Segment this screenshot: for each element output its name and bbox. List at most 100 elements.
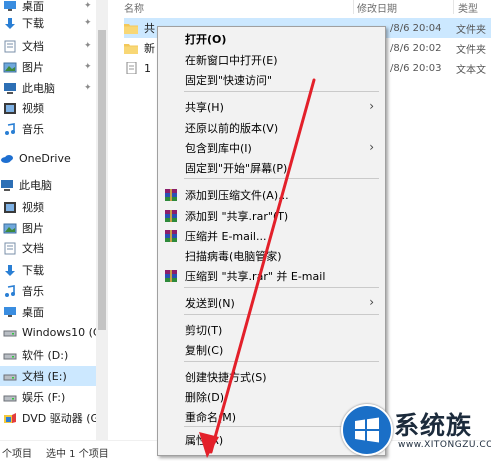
menu-separator [184, 361, 379, 362]
document-icon [3, 242, 17, 255]
nav-item-label: 视频 [22, 102, 44, 115]
nav-item[interactable]: 软件 (D:) [0, 345, 96, 365]
menu-item-label: 发送到(N) [185, 297, 235, 310]
menu-item[interactable]: 固定到"开始"屏幕(P) [159, 158, 384, 178]
menu-item[interactable]: 剪切(T) [159, 320, 384, 340]
nav-item[interactable]: 娱乐 (F:) [0, 387, 96, 407]
column-header-type[interactable]: 类型 [458, 0, 491, 14]
menu-item-label: 复制(C) [185, 344, 224, 357]
nav-item-label: 文档 [22, 242, 44, 255]
nav-item[interactable]: 此电脑 [0, 175, 96, 195]
menu-item[interactable]: 还原以前的版本(V) [159, 118, 384, 138]
menu-item[interactable]: 压缩并 E-mail... [159, 226, 384, 246]
menu-item[interactable]: 压缩到 "共享.rar" 并 E-mail [159, 266, 384, 286]
menu-item-label: 扫描病毒(电脑管家) [185, 250, 282, 263]
winrar-icon [164, 209, 178, 223]
drive-icon [3, 391, 17, 404]
nav-item[interactable]: 此电脑 ✦ [0, 78, 96, 98]
nav-item[interactable]: 文档 (E:) [0, 366, 96, 386]
document-icon [3, 40, 17, 53]
menu-item[interactable]: 复制(C) [159, 340, 384, 360]
pin-icon: ✦ [84, 83, 92, 93]
menu-separator [184, 314, 379, 315]
nav-item[interactable]: 文档 [0, 238, 96, 258]
file-type: 文件夹 [456, 24, 486, 36]
nav-item-label: 桌面 [22, 0, 44, 13]
music-icon [3, 122, 17, 136]
nav-item[interactable]: DVD 驱动器 (G: [0, 408, 96, 428]
file-type: 文件夹 [456, 44, 486, 56]
column-header-modified[interactable]: 修改日期 [357, 0, 437, 14]
file-name: 1 [144, 61, 151, 75]
nav-item[interactable]: 图片 ✦ [0, 57, 96, 77]
nav-item-label: 视频 [22, 201, 44, 214]
menu-separator [184, 287, 379, 288]
nav-item-label: DVD 驱动器 (G: [22, 412, 96, 425]
drive-icon [3, 349, 17, 362]
video-icon [3, 102, 17, 115]
onedrive-icon [0, 152, 14, 165]
column-separator[interactable] [353, 0, 354, 14]
desktop-icon [3, 0, 17, 13]
brand-name: 系统族 [394, 411, 473, 440]
chevron-right-icon: › [369, 295, 374, 309]
menu-item[interactable]: 在新窗口中打开(E) [159, 50, 384, 70]
file-modified: /8/6 20:04 [390, 22, 442, 34]
menu-item[interactable]: 创建快捷方式(S) [159, 367, 384, 387]
menu-item-label: 共享(H) [185, 101, 224, 114]
nav-item[interactable]: 下载 [0, 260, 96, 280]
chevron-right-icon: › [369, 99, 374, 113]
nav-item-label: 娱乐 (F:) [22, 391, 66, 404]
nav-item[interactable]: 图片 [0, 218, 96, 238]
file-modified: /8/6 20:02 [390, 42, 442, 54]
nav-item[interactable]: 文档 ✦ [0, 36, 96, 56]
chevron-right-icon: › [369, 140, 374, 154]
file-name: 共 [144, 22, 155, 35]
nav-item-label: 下载 [22, 264, 44, 277]
nav-item[interactable]: OneDrive [0, 148, 96, 168]
folder-icon [124, 22, 138, 34]
column-header-name[interactable]: 名称 [124, 0, 244, 14]
menu-item[interactable]: 打开(O) [159, 29, 384, 49]
nav-scrollbar-thumb[interactable] [98, 30, 106, 330]
text-file-icon [124, 61, 138, 75]
pictures-icon [3, 222, 17, 235]
nav-item-label: 图片 [22, 222, 44, 235]
menu-item-label: 属性(R) [185, 434, 224, 447]
menu-item[interactable]: 共享(H) › [159, 97, 384, 117]
menu-item-label: 删除(D) [185, 391, 225, 404]
dvd-drive-icon [3, 412, 17, 425]
nav-item-label: 文档 (E:) [22, 370, 67, 383]
nav-scrollbar[interactable] [96, 0, 108, 440]
nav-item[interactable]: 音乐 [0, 281, 96, 301]
menu-item-label: 固定到"开始"屏幕(P) [185, 162, 288, 175]
menu-item-label: 压缩到 "共享.rar" 并 E-mail [185, 270, 326, 283]
menu-item-label: 压缩并 E-mail... [185, 230, 267, 243]
watermark-logo: 系统族 www.XITONGZU.COM [341, 404, 491, 460]
menu-item[interactable]: 固定到"快速访问" [159, 70, 384, 90]
nav-item-label: 图片 [22, 61, 44, 74]
file-type: 文本文 [456, 64, 486, 76]
nav-item[interactable]: 视频 [0, 197, 96, 217]
download-icon [3, 264, 17, 277]
menu-item[interactable]: 添加到压缩文件(A)... [159, 185, 384, 205]
nav-item[interactable]: 音乐 [0, 119, 96, 139]
nav-item[interactable]: Windows10 (C: [0, 322, 96, 342]
menu-item-label: 创建快捷方式(S) [185, 371, 267, 384]
pin-icon: ✦ [84, 1, 92, 11]
pin-icon: ✦ [84, 18, 92, 28]
menu-item-label: 添加到压缩文件(A)... [185, 189, 289, 202]
column-separator[interactable] [453, 0, 454, 14]
menu-item[interactable]: 包含到库中(I) › [159, 138, 384, 158]
menu-item[interactable]: 扫描病毒(电脑管家) [159, 246, 384, 266]
file-modified: /8/6 20:03 [390, 62, 442, 74]
menu-item-label: 添加到 "共享.rar"(T) [185, 210, 289, 223]
menu-item[interactable]: 添加到 "共享.rar"(T) [159, 206, 384, 226]
winrar-icon [164, 229, 178, 243]
menu-item[interactable]: 发送到(N) › [159, 293, 384, 313]
nav-item[interactable]: 下载 ✦ [0, 13, 96, 33]
menu-separator [184, 91, 379, 92]
nav-item[interactable]: 视频 [0, 98, 96, 118]
nav-item[interactable]: 桌面 [0, 302, 96, 322]
drive-icon [3, 326, 17, 339]
